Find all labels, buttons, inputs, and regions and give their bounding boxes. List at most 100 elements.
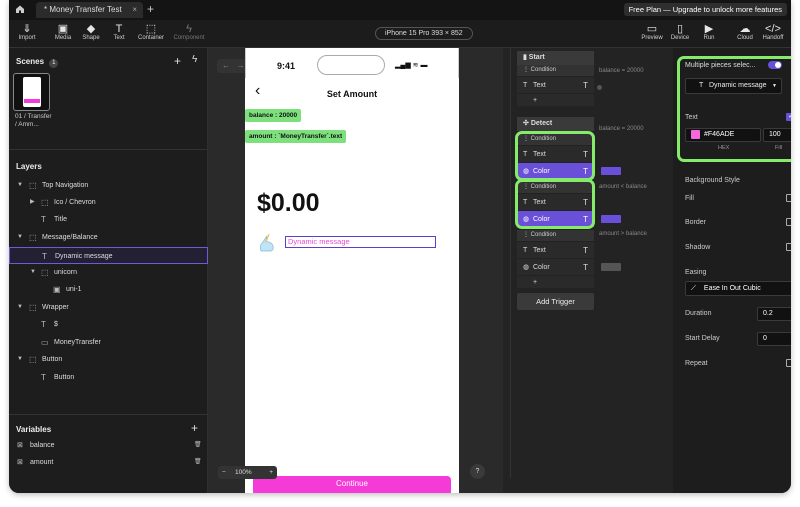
track-label-1: balance = 20000 [599, 126, 644, 132]
lightning-icon[interactable]: ϟ [192, 54, 197, 65]
easing-select[interactable]: ⟋ Ease In Out Cubic [685, 281, 791, 296]
scene-thumbnail[interactable] [13, 73, 50, 111]
trigger-start[interactable]: ▮ Start ⋮ Condition T Text T + [517, 51, 594, 106]
dynamic-message-text[interactable]: Dynamic message [285, 236, 436, 248]
trigger-start-label: Start [528, 54, 545, 61]
component-button[interactable]: ϟ Component [170, 23, 208, 41]
preview-button[interactable]: ▭ Preview [637, 23, 667, 41]
device-selector[interactable]: iPhone 15 Pro 393 × 852 [375, 27, 473, 40]
import-button[interactable]: ⇓ Import [12, 23, 42, 41]
action-label: Text [533, 247, 546, 254]
layer-label: Button [54, 374, 75, 381]
status-time: 9:41 [277, 61, 296, 71]
action-text-3[interactable]: T Text T [517, 241, 594, 258]
add-scene-icon[interactable]: + [174, 54, 181, 68]
add-trigger-button[interactable]: Add Trigger [517, 293, 594, 310]
add-action-button[interactable]: + [517, 275, 594, 288]
shape-icon: ◆ [86, 23, 96, 35]
layer-uni-1[interactable]: ▣ uni-1 [9, 281, 208, 298]
start-delay-input[interactable]: 0 [757, 332, 791, 346]
help-button[interactable]: ? [470, 464, 485, 479]
highlight-box-2 [515, 179, 595, 229]
highlight-box-props [677, 56, 791, 162]
layer-unicorn[interactable]: ▼ ⬚ unicorn [9, 264, 208, 281]
repeat-checkbox[interactable] [786, 359, 791, 367]
color-keyframe[interactable] [601, 263, 621, 271]
action-text-start[interactable]: T Text T [517, 76, 594, 93]
layer-top-navigation[interactable]: ▼ ⬚ Top Navigation [9, 177, 208, 194]
text-icon: T [41, 320, 46, 329]
fill-checkbox[interactable] [786, 194, 791, 202]
cloud-button[interactable]: ☁ Cloud [730, 23, 760, 41]
action-color-3[interactable]: ◍ Color T [517, 258, 594, 275]
text-icon: T [41, 373, 46, 382]
zoom-control[interactable]: − 100% + [218, 466, 277, 479]
condition-3[interactable]: ⋮ Condition [517, 230, 594, 241]
text-icon: T [42, 252, 47, 261]
layer-dynamic-message[interactable]: T Dynamic message [9, 247, 208, 264]
plus-icon: + [533, 97, 538, 104]
upgrade-banner[interactable]: Free Plan — Upgrade to unlock more featu… [623, 3, 787, 16]
layer-title[interactable]: T Title [9, 211, 208, 228]
device-button[interactable]: ▯ Device [665, 23, 695, 41]
upgrade-label: Free Plan — Upgrade to unlock more featu… [628, 5, 782, 14]
layer-dollar[interactable]: T $ [9, 316, 208, 333]
container-button[interactable]: ⬚ Container [134, 23, 168, 41]
left-panel: Scenes 1 + ϟ 01 / Transfer / Amm... Laye… [9, 48, 208, 493]
text-icon: T [523, 82, 528, 89]
home-icon[interactable] [14, 3, 26, 15]
preview-label: Preview [641, 35, 663, 41]
text-button[interactable]: T Text [104, 23, 134, 41]
variable-balance[interactable]: ⊠ balance 🗑 [9, 437, 208, 454]
handoff-button[interactable]: </> Handoff [758, 23, 788, 41]
layer-wrapper[interactable]: ▼ ⬚ Wrapper [9, 299, 208, 316]
zoom-in-icon[interactable]: + [269, 466, 273, 479]
zoom-value: 100% [235, 469, 252, 476]
variable-label: amount [30, 459, 54, 466]
add-action-button[interactable]: + [517, 93, 594, 106]
balance-variable-tag: balance : 20000 [245, 109, 302, 122]
layer-label: unicorn [54, 269, 77, 276]
action-label: Color [533, 264, 550, 271]
layer-ico-chevron[interactable]: ▶ ⬚ Ico / Chevron [9, 194, 208, 211]
layer-button-group[interactable]: ▼ ⬚ Button [9, 351, 208, 368]
track-label-2: amount < balance [599, 184, 647, 190]
layer-button-text[interactable]: T Button [9, 369, 208, 386]
canvas[interactable]: ← → 9:41 ▂▄▆ ≋ ▬ ‹ Set Amount $0.00 Dyna… [208, 48, 503, 493]
media-button[interactable]: ▣ Media [48, 23, 78, 41]
cloud-icon: ☁ [739, 23, 751, 35]
start-delay-value: 0 [763, 335, 767, 342]
tab-document[interactable]: * Money Transfer Test × [36, 2, 143, 18]
trigger-detect[interactable]: ✣ Detect [517, 117, 594, 131]
track-label-3: amount > balance [599, 231, 647, 237]
shape-button[interactable]: ◆ Shape [76, 23, 106, 41]
scene-label: 01 / Transfer / Amm... [15, 113, 52, 128]
border-checkbox[interactable] [786, 218, 791, 226]
layer-moneytransfer[interactable]: ▭ MoneyTransfer [9, 334, 208, 351]
continue-button[interactable]: Continue [253, 476, 451, 493]
close-icon[interactable]: × [132, 2, 137, 18]
variable-amount[interactable]: ⊠ amount 🗑 [9, 454, 208, 471]
trash-icon[interactable]: 🗑 [194, 454, 202, 471]
layer-message-balance[interactable]: ▼ ⬚ Message/Balance [9, 229, 208, 246]
color-keyframe[interactable] [601, 215, 621, 223]
text-icon: T [583, 246, 588, 255]
back-arrow-icon[interactable]: ← [222, 61, 230, 70]
forward-arrow-icon[interactable]: → [237, 61, 245, 70]
media-icon: ▣ [57, 23, 69, 35]
status-icons: ▂▄▆ ≋ ▬ [395, 62, 428, 69]
zoom-out-icon[interactable]: − [222, 466, 226, 479]
import-icon: ⇓ [22, 23, 32, 35]
add-variable-icon[interactable]: + [191, 421, 198, 435]
run-button[interactable]: ▶ Run [694, 23, 724, 41]
curve-icon: ⟋ [691, 285, 696, 292]
color-keyframe[interactable] [601, 167, 621, 175]
trash-icon[interactable]: 🗑 [194, 437, 202, 454]
preview-icon: ▭ [646, 23, 658, 35]
shadow-checkbox[interactable] [786, 243, 791, 251]
play-icon: ▶ [704, 23, 714, 35]
amount-display[interactable]: $0.00 [257, 189, 320, 218]
easing-label: Easing [685, 269, 707, 276]
new-tab-icon[interactable]: + [147, 3, 154, 15]
duration-input[interactable]: 0.2 [757, 307, 791, 321]
